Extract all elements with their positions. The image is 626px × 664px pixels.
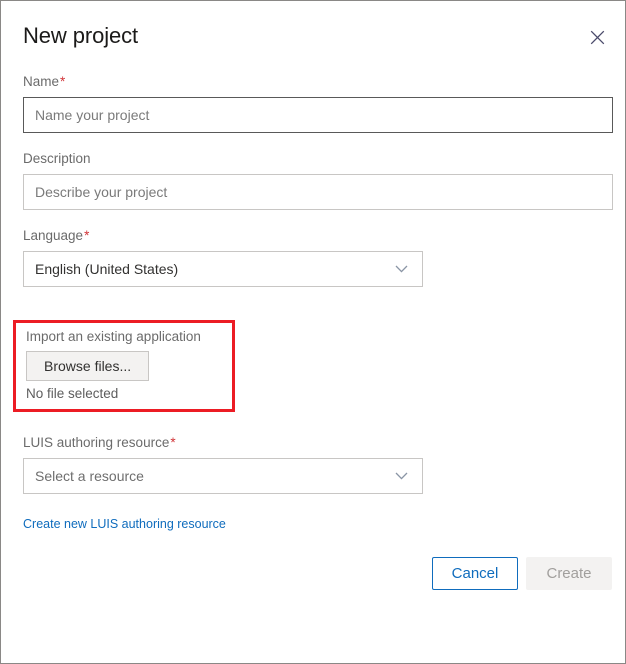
dialog-footer: Cancel Create [432,557,612,590]
create-button: Create [526,557,612,590]
language-dropdown[interactable]: English (United States) [23,251,423,287]
chevron-down-icon [386,472,422,480]
dialog-header: New project [1,1,625,73]
new-project-dialog: New project Name* Description [0,0,626,664]
close-icon [590,30,605,45]
chevron-down-icon [386,265,422,273]
browse-files-button[interactable]: Browse files... [26,351,150,381]
authoring-resource-required-asterisk: * [170,435,176,450]
field-language: Language* English (United States) [23,227,603,287]
field-description: Description [23,150,613,210]
name-required-asterisk: * [60,74,66,89]
dialog-body: Name* Description Language* English (Uni… [1,73,625,533]
field-name: Name* [23,73,613,133]
name-input[interactable] [23,97,613,133]
language-selected-value: English (United States) [35,261,179,277]
name-label: Name* [23,73,603,91]
language-required-asterisk: * [84,228,90,243]
authoring-resource-label: LUIS authoring resource* [23,434,603,452]
create-authoring-resource-link[interactable]: Create new LUIS authoring resource [23,516,226,532]
authoring-resource-label-text: LUIS authoring resource [23,435,170,450]
close-button[interactable] [581,21,613,53]
authoring-resource-dropdown[interactable]: Select a resource [23,458,423,494]
import-application-section: Import an existing application Browse fi… [13,320,235,412]
description-input[interactable] [23,174,613,210]
authoring-resource-selected-value: Select a resource [35,468,144,484]
name-label-text: Name [23,74,60,89]
import-label: Import an existing application [26,329,201,344]
file-status-text: No file selected [26,386,119,401]
page-title: New project [23,23,139,48]
language-label: Language* [23,227,603,245]
cancel-button[interactable]: Cancel [432,557,518,590]
language-label-text: Language [23,228,84,243]
description-label: Description [23,151,91,166]
field-authoring-resource: LUIS authoring resource* Select a resour… [23,434,603,494]
